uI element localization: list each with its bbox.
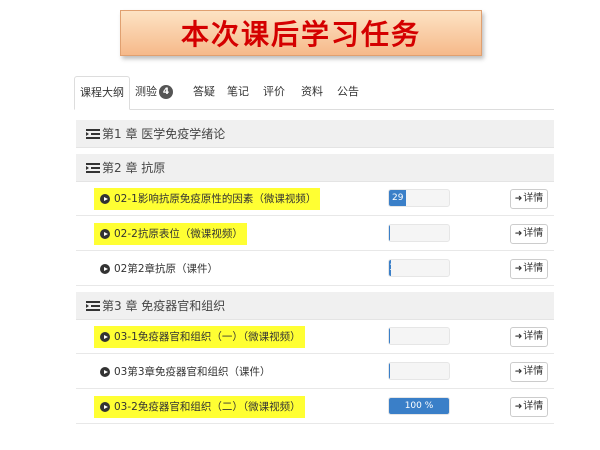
tab-label: 课程大纲 bbox=[80, 86, 124, 99]
sign-in-icon: ➜ bbox=[514, 332, 523, 342]
play-circle-icon bbox=[100, 367, 110, 377]
progress-bar: 29 bbox=[388, 189, 450, 207]
tab-label: 评价 bbox=[263, 85, 285, 98]
progress-bar: 1 bbox=[388, 259, 450, 277]
tab-label: 资料 bbox=[301, 85, 323, 98]
progress-bar bbox=[388, 362, 450, 380]
list-indent-icon bbox=[86, 129, 100, 139]
lesson-row: 03第3章免疫器官和组织（课件） ➜详情 bbox=[76, 355, 554, 389]
lesson-title: 03第3章免疫器官和组织（课件） bbox=[114, 366, 271, 378]
tab-materials[interactable]: 资料 bbox=[296, 76, 328, 110]
detail-label: 详情 bbox=[523, 228, 544, 239]
detail-button[interactable]: ➜详情 bbox=[510, 327, 548, 347]
lesson-row: 02-1影响抗原免疫原性的因素（微课视频） 29 ➜详情 bbox=[76, 182, 554, 216]
chapter-3-header[interactable]: 第3 章 免疫器官和组织 bbox=[76, 292, 554, 320]
lesson-row: 03-2免疫器官和组织（二）（微课视频） 100 % ➜详情 bbox=[76, 390, 554, 424]
lesson-link[interactable]: 03-1免疫器官和组织（一）（微课视频） bbox=[94, 326, 305, 348]
tab-reviews[interactable]: 评价 bbox=[258, 76, 290, 110]
sign-in-icon: ➜ bbox=[514, 402, 523, 412]
tab-label: 测验 bbox=[135, 85, 157, 98]
detail-label: 详情 bbox=[523, 331, 544, 342]
progress-fill: 1 bbox=[389, 260, 391, 276]
progress-fill bbox=[389, 225, 390, 241]
lesson-title: 02-1影响抗原免疫原性的因素（微课视频） bbox=[114, 193, 317, 205]
lesson-title: 03-1免疫器官和组织（一）（微课视频） bbox=[114, 331, 301, 343]
progress-label: 1 bbox=[389, 263, 391, 273]
quiz-count-badge: 4 bbox=[159, 85, 173, 99]
progress-fill: 100 % bbox=[389, 398, 449, 414]
chapter-title: 第3 章 免疫器官和组织 bbox=[102, 299, 226, 313]
progress-bar bbox=[388, 224, 450, 242]
detail-button[interactable]: ➜详情 bbox=[510, 259, 548, 279]
chapter-title: 第1 章 医学免疫学绪论 bbox=[102, 127, 226, 141]
progress-label: 100 % bbox=[404, 401, 434, 411]
detail-button[interactable]: ➜详情 bbox=[510, 224, 548, 244]
play-circle-icon bbox=[100, 402, 110, 412]
lesson-title: 02第2章抗原（课件） bbox=[114, 263, 219, 275]
lesson-row: 02第2章抗原（课件） 1 ➜详情 bbox=[76, 252, 554, 286]
tab-label: 笔记 bbox=[227, 85, 249, 98]
tab-label: 答疑 bbox=[193, 85, 215, 98]
progress-bar bbox=[388, 327, 450, 345]
lesson-link[interactable]: 03第3章免疫器官和组织（课件） bbox=[94, 361, 275, 383]
tab-label: 公告 bbox=[337, 85, 359, 98]
lesson-title: 03-2免疫器官和组织（二）（微课视频） bbox=[114, 401, 301, 413]
course-tabs: 课程大纲 测验 4 答疑 笔记 评价 资料 公告 bbox=[74, 76, 554, 110]
sign-in-icon: ➜ bbox=[514, 264, 523, 274]
lesson-row: 03-1免疫器官和组织（一）（微课视频） ➜详情 bbox=[76, 320, 554, 354]
detail-label: 详情 bbox=[523, 366, 544, 377]
detail-label: 详情 bbox=[523, 401, 544, 412]
sign-in-icon: ➜ bbox=[514, 194, 523, 204]
progress-fill bbox=[389, 363, 390, 379]
tab-quiz[interactable]: 测验 4 bbox=[134, 76, 174, 110]
play-circle-icon bbox=[100, 229, 110, 239]
lesson-title: 02-2抗原表位（微课视频） bbox=[114, 228, 243, 240]
lesson-link[interactable]: 02-2抗原表位（微课视频） bbox=[94, 223, 247, 245]
play-circle-icon bbox=[100, 264, 110, 274]
play-circle-icon bbox=[100, 194, 110, 204]
play-circle-icon bbox=[100, 332, 110, 342]
lesson-link[interactable]: 03-2免疫器官和组织（二）（微课视频） bbox=[94, 396, 305, 418]
sign-in-icon: ➜ bbox=[514, 367, 523, 377]
detail-label: 详情 bbox=[523, 193, 544, 204]
progress-fill bbox=[389, 328, 390, 344]
task-banner: 本次课后学习任务 bbox=[120, 10, 482, 56]
list-indent-icon bbox=[86, 301, 100, 311]
sign-in-icon: ➜ bbox=[514, 229, 523, 239]
detail-button[interactable]: ➜详情 bbox=[510, 189, 548, 209]
tab-qa[interactable]: 答疑 bbox=[188, 76, 220, 110]
lesson-link[interactable]: 02第2章抗原（课件） bbox=[94, 258, 222, 280]
progress-fill: 29 bbox=[389, 190, 407, 206]
detail-label: 详情 bbox=[523, 263, 544, 274]
tab-notes[interactable]: 笔记 bbox=[222, 76, 254, 110]
progress-label: 29 bbox=[391, 193, 404, 203]
lesson-row: 02-2抗原表位（微课视频） ➜详情 bbox=[76, 217, 554, 251]
chapter-title: 第2 章 抗原 bbox=[102, 161, 166, 175]
banner-title: 本次课后学习任务 bbox=[180, 18, 421, 51]
lesson-link[interactable]: 02-1影响抗原免疫原性的因素（微课视频） bbox=[94, 188, 321, 210]
list-indent-icon bbox=[86, 163, 100, 173]
detail-button[interactable]: ➜详情 bbox=[510, 397, 548, 417]
detail-button[interactable]: ➜详情 bbox=[510, 362, 548, 382]
tab-announcements[interactable]: 公告 bbox=[332, 76, 364, 110]
tab-course-outline[interactable]: 课程大纲 bbox=[74, 76, 130, 110]
chapter-2-header[interactable]: 第2 章 抗原 bbox=[76, 154, 554, 182]
progress-bar: 100 % bbox=[388, 397, 450, 415]
chapter-1-header[interactable]: 第1 章 医学免疫学绪论 bbox=[76, 120, 554, 148]
